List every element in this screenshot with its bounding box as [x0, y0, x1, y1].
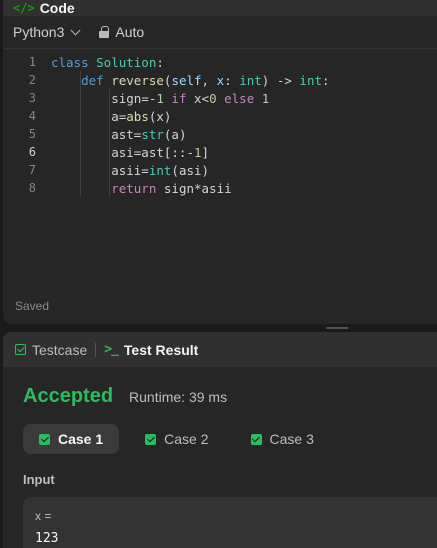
code-token: class	[51, 54, 97, 70]
code-line: 2 def reverse(self, x: int) -> int:	[3, 71, 437, 89]
code-token: ]	[201, 144, 210, 160]
result-tabs: Testcase >_ Test Result	[3, 332, 437, 367]
code-token: x<	[194, 90, 210, 106]
code-line: 3 sign=-1 if x<0 else 1	[3, 89, 437, 107]
case-tab-1[interactable]: Case 1	[23, 424, 120, 454]
code-token: return	[51, 180, 164, 196]
code-text: class Solution:	[36, 55, 164, 70]
case-label: Case 3	[269, 431, 314, 447]
code-panel: </> Code Python3 Auto 1 class Solution: 2 …	[3, 0, 437, 324]
auto-mode-toggle[interactable]: Auto	[99, 24, 144, 40]
case-label: Case 1	[58, 431, 104, 447]
tab-testcase[interactable]: Testcase	[15, 342, 87, 358]
line-number: 3	[28, 91, 36, 105]
case-tabs: Case 1 Case 2 Case 3	[3, 424, 437, 454]
chevron-down-icon	[70, 25, 81, 35]
line-number: 1	[28, 55, 36, 69]
code-line: 4 a=abs(x)	[3, 107, 437, 125]
code-text: asii=int(asi)	[36, 163, 209, 178]
code-token: (a)	[163, 126, 187, 142]
code-panel-title: Code	[39, 0, 75, 16]
code-text: ast=str(a)	[36, 127, 186, 142]
input-heading: Input	[23, 472, 55, 487]
result-panel: Testcase >_ Test Result Accepted Runtime…	[3, 332, 437, 548]
code-token: :	[322, 72, 330, 88]
code-token: str	[141, 126, 164, 142]
code-line: 6 asi=ast[::-1]	[3, 143, 437, 161]
code-token: ast=	[51, 126, 142, 142]
language-label: Python3	[13, 24, 65, 40]
terminal-icon: >_	[104, 342, 119, 357]
code-token: asii=	[51, 162, 149, 178]
input-box: x = 123	[23, 497, 437, 548]
line-number: 2	[28, 73, 36, 87]
code-token: sign*asii	[163, 180, 232, 196]
code-panel-header: </> Code	[3, 0, 437, 16]
code-line: 1 class Solution:	[3, 53, 437, 71]
code-token: self	[171, 72, 202, 88]
case-tab-3[interactable]: Case 3	[235, 424, 330, 454]
line-number: 6	[28, 145, 36, 159]
tab-test-result[interactable]: >_ Test Result	[104, 342, 198, 358]
language-selector[interactable]: Python3	[13, 24, 81, 40]
check-icon	[39, 433, 50, 445]
code-text: return sign*asii	[36, 180, 232, 196]
code-token: 1	[156, 90, 164, 106]
code-token: 1	[194, 144, 202, 160]
code-tag-icon: </>	[13, 1, 35, 15]
code-token: a=	[51, 108, 127, 124]
code-token: (x)	[148, 108, 172, 124]
case-tab-2[interactable]: Case 2	[129, 424, 224, 454]
input-variable-value: 123	[35, 531, 59, 546]
panel-resize-handle[interactable]	[326, 327, 348, 329]
code-token: Solution	[96, 54, 157, 70]
code-token: 0	[209, 90, 217, 106]
auto-mode-label: Auto	[115, 24, 145, 40]
code-token: ) ->	[261, 72, 300, 88]
code-token: :	[156, 54, 164, 70]
tab-divider	[95, 342, 97, 357]
editor-toolbar: Python3 Auto	[3, 16, 437, 49]
check-icon	[145, 433, 157, 445]
check-icon	[250, 433, 262, 445]
verdict-label: Accepted	[23, 385, 114, 407]
case-label: Case 2	[164, 431, 209, 447]
code-token: if	[163, 90, 194, 106]
code-token: int	[299, 72, 322, 88]
line-number: 8	[28, 181, 36, 195]
code-token: reverse	[111, 72, 164, 88]
code-token: ,	[201, 72, 217, 88]
code-token: 1	[261, 90, 270, 106]
result-status: Accepted Runtime: 39 ms	[3, 385, 437, 408]
code-line: 7 asii=int(asi)	[3, 161, 437, 179]
code-token: abs	[126, 108, 149, 124]
code-text: sign=-1 if x<0 else 1	[36, 91, 269, 106]
save-status: Saved	[15, 299, 50, 313]
code-line: 5 ast=str(a)	[3, 125, 437, 143]
code-text: def reverse(self, x: int) -> int:	[36, 72, 330, 88]
code-token: (asi)	[171, 162, 210, 178]
checkbox-icon	[15, 344, 26, 355]
code-token: :	[224, 72, 240, 88]
code-token: int	[239, 72, 262, 88]
code-token: x	[216, 72, 225, 88]
tab-test-result-label: Test Result	[123, 341, 199, 358]
code-editor[interactable]: 1 class Solution: 2 def reverse(self, x: i…	[3, 49, 437, 197]
code-text: a=abs(x)	[36, 109, 171, 124]
code-token: asi=ast[::-	[51, 144, 194, 160]
runtime-label: Runtime: 39 ms	[129, 389, 228, 405]
code-token: else	[216, 90, 262, 106]
input-variable-name: x =	[35, 509, 52, 523]
code-token: int	[148, 162, 172, 178]
line-number: 4	[28, 109, 36, 123]
code-text: asi=ast[::-1]	[36, 145, 209, 160]
tab-testcase-label: Testcase	[32, 341, 88, 358]
line-number: 7	[28, 163, 36, 177]
line-number: 5	[28, 127, 36, 141]
code-token: def	[51, 72, 112, 88]
code-line: 8 return sign*asii	[3, 179, 437, 197]
code-token: sign=-	[51, 90, 157, 106]
lock-icon	[99, 26, 110, 38]
